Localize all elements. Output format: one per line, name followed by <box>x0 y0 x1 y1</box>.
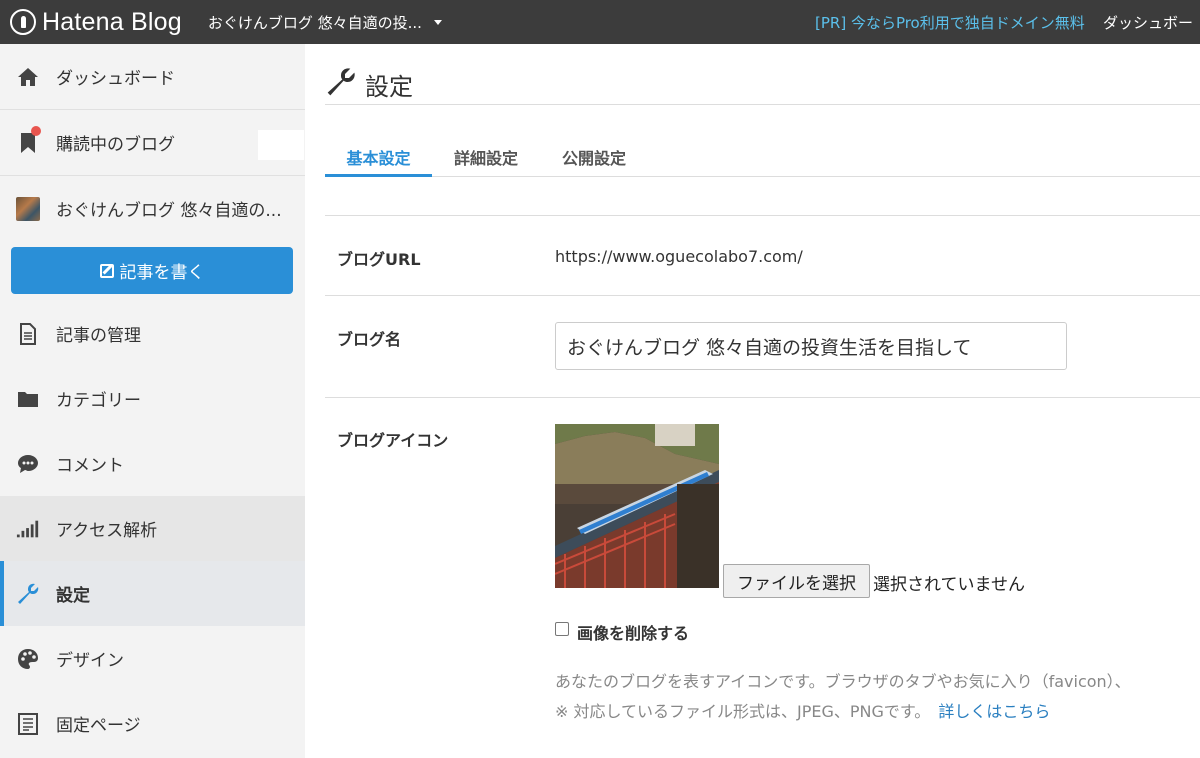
sidebar-item-dashboard[interactable]: ダッシュボード <box>0 44 305 109</box>
sidebar-item-label: ダッシュボード <box>56 69 175 89</box>
blog-selector-label: おぐけんブログ 悠々自適の投... <box>207 13 422 32</box>
page-icon <box>16 712 40 736</box>
sidebar-item-categories[interactable]: カテゴリー <box>0 366 305 431</box>
sidebar-item-label: 設定 <box>56 586 90 606</box>
sidebar-item-label: カテゴリー <box>56 391 141 411</box>
sidebar-item-label: 購読中のブログ <box>56 135 175 155</box>
sidebar-item-design[interactable]: デザイン <box>0 626 305 691</box>
icon-format-note: ※ 対応しているファイル形式は、JPEG、PNGです。 詳しくはこちら <box>555 698 1050 722</box>
delete-image-checkbox[interactable] <box>555 622 569 636</box>
comment-icon <box>16 452 40 476</box>
format-note-text: ※ 対応しているファイル形式は、JPEG、PNGです。 <box>555 702 931 721</box>
divider <box>325 215 1200 216</box>
delete-image-label[interactable]: 画像を削除する <box>577 620 689 644</box>
sidebar-item-label: コメント <box>56 456 124 476</box>
settings-main: 設定 基本設定 詳細設定 公開設定 ブログURL https://www.ogu… <box>305 44 1200 758</box>
sidebar-item-pages[interactable]: 固定ページ <box>0 691 305 756</box>
notification-dot <box>31 126 41 136</box>
settings-tabs: 基本設定 詳細設定 公開設定 <box>325 138 1200 177</box>
home-icon <box>16 65 40 89</box>
document-icon <box>16 322 40 346</box>
tab-advanced-settings[interactable]: 詳細設定 <box>432 138 540 177</box>
tab-publish-settings[interactable]: 公開設定 <box>540 138 648 177</box>
page-title-text: 設定 <box>365 72 413 101</box>
blog-icon-label: ブログアイコン <box>337 431 449 450</box>
blank-area <box>258 130 304 160</box>
tab-basic-settings[interactable]: 基本設定 <box>325 138 432 177</box>
sidebar-item-settings[interactable]: 設定 <box>0 561 305 626</box>
hatena-blog-logo[interactable]: Hatena Blog <box>10 8 182 37</box>
icon-help-text: あなたのブログを表すアイコンです。ブラウザのタブやお気に入り（favicon）、 <box>555 672 1131 691</box>
pro-promo-link[interactable]: [PR] 今ならPro利用で独自ドメイン無料 <box>815 12 1085 33</box>
top-bar: Hatena Blog おぐけんブログ 悠々自適の投... [PR] 今ならPr… <box>0 0 1200 44</box>
palette-icon <box>16 647 40 671</box>
sidebar-item-label: 記事の管理 <box>56 326 141 346</box>
edit-icon <box>99 263 114 278</box>
details-link[interactable]: 詳しくはこちら <box>938 702 1050 721</box>
wrench-icon <box>325 66 357 102</box>
sidebar-item-current-blog[interactable]: おぐけんブログ 悠々自適の... <box>0 176 305 241</box>
sidebar: ダッシュボード 購読中のブログ おぐけんブログ 悠々自適の... 記事を書く 記… <box>0 44 305 758</box>
hatena-logo-icon <box>10 9 36 35</box>
blog-icon-image <box>555 424 719 588</box>
sidebar-item-label: おぐけんブログ 悠々自適の... <box>56 201 282 221</box>
folder-icon <box>16 387 40 411</box>
blog-selector[interactable]: おぐけんブログ 悠々自適の投... <box>208 12 442 33</box>
page-title: 設定 <box>325 66 413 102</box>
blog-name-label: ブログ名 <box>337 330 402 349</box>
blog-thumbnail <box>16 196 40 221</box>
sidebar-item-comments[interactable]: コメント <box>0 431 305 496</box>
file-status-text: 選択されていません <box>873 575 1025 595</box>
caret-down-icon <box>433 19 442 25</box>
write-article-label: 記事を書く <box>119 263 205 283</box>
divider <box>325 397 1200 398</box>
blog-name-input[interactable]: おぐけんブログ 悠々自適の投資生活を目指して <box>555 322 1067 370</box>
choose-file-button[interactable]: ファイルを選択 <box>723 564 870 598</box>
blog-url-value: https://www.oguecolabo7.com/ <box>555 247 803 266</box>
sidebar-item-label: デザイン <box>56 651 124 671</box>
dashboard-link[interactable]: ダッシュボー <box>1103 12 1193 33</box>
bar-chart-icon <box>16 517 40 541</box>
write-article-button[interactable]: 記事を書く <box>11 247 293 294</box>
sidebar-item-analytics[interactable]: アクセス解析 <box>0 496 305 561</box>
wrench-icon <box>16 582 40 606</box>
sidebar-item-articles[interactable]: 記事の管理 <box>0 301 305 366</box>
sidebar-item-label: アクセス解析 <box>56 521 158 541</box>
blog-url-label: ブログURL <box>337 250 421 269</box>
divider <box>325 295 1200 296</box>
logo-text: Hatena Blog <box>42 7 182 36</box>
sidebar-item-label: 固定ページ <box>56 716 141 736</box>
divider <box>325 104 1200 105</box>
